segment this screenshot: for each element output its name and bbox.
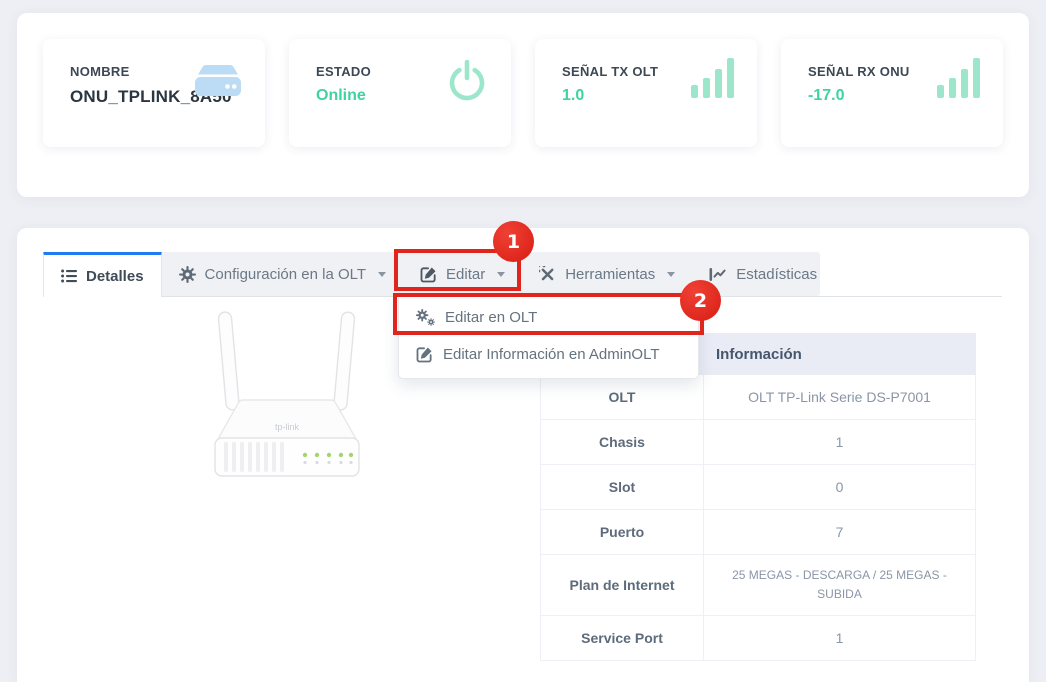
onu-product-image: tp-link — [207, 308, 367, 483]
tab-detalles[interactable]: Detalles — [43, 252, 162, 297]
row-value: 1 — [704, 616, 976, 661]
antenna — [218, 312, 355, 411]
info-table: Información OLT OLT TP-Link Serie DS-P70… — [540, 333, 976, 661]
dropdown-item-editar-informacion-adminolt[interactable]: Editar Información en AdminOLT — [399, 336, 698, 373]
row-value: 25 MEGAS - DESCARGA / 25 MEGAS - SUBIDA — [704, 555, 976, 616]
table-row-olt: OLT OLT TP-Link Serie DS-P7001 — [541, 375, 976, 420]
row-value: 0 — [704, 465, 976, 510]
dropdown-item-label: Editar en OLT — [445, 309, 537, 326]
tp-link-logo: tp-link — [275, 422, 300, 432]
stat-label: NOMBRE — [70, 64, 130, 79]
row-label: Service Port — [541, 616, 704, 661]
stat-card-nombre: NOMBRE ONU_TPLINK_8A50 — [43, 39, 265, 147]
row-label: Puerto — [541, 510, 704, 555]
stat-label: ESTADO — [316, 64, 371, 79]
row-label: Plan de Internet — [541, 555, 704, 616]
tab-estadisticas[interactable]: Estadísticas — [692, 252, 834, 296]
chevron-down-icon — [497, 272, 505, 277]
app: NOMBRE ONU_TPLINK_8A50 ESTADO Online — [0, 0, 1046, 682]
stat-card-estado: ESTADO Online — [289, 39, 511, 147]
tab-label: Editar — [446, 266, 485, 283]
chevron-down-icon — [667, 272, 675, 277]
table-row-puerto: Puerto 7 — [541, 510, 976, 555]
stat-card-senal-tx-olt: SEÑAL TX OLT 1.0 — [535, 39, 757, 147]
router-icon — [193, 65, 243, 101]
power-icon — [445, 57, 489, 103]
table-row-plan-de-internet: Plan de Internet 25 MEGAS - DESCARGA / 2… — [541, 555, 976, 616]
row-value: 7 — [704, 510, 976, 555]
tab-herramientas[interactable]: Herramientas — [522, 252, 692, 296]
tab-label: Herramientas — [565, 266, 655, 283]
gear-icon — [179, 266, 196, 283]
row-label: OLT — [541, 375, 704, 420]
tools-icon — [539, 266, 556, 283]
signal-bars-icon — [691, 57, 735, 99]
signal-bars-icon — [937, 57, 981, 99]
row-value: OLT TP-Link Serie DS-P7001 — [704, 375, 976, 420]
chevron-down-icon — [378, 272, 386, 277]
stat-value: -17.0 — [808, 87, 844, 105]
tab-bar: Detalles — [43, 252, 820, 296]
dropdown-item-editar-en-olt[interactable]: Editar en OLT — [399, 299, 698, 336]
tab-label: Detalles — [86, 268, 144, 285]
list-icon — [61, 269, 77, 283]
tab-label: Configuración en la OLT — [205, 266, 366, 283]
chart-line-icon — [709, 267, 727, 282]
tab-editar[interactable]: Editar — [403, 252, 522, 296]
stat-value: Online — [316, 87, 366, 105]
row-label: Slot — [541, 465, 704, 510]
tab-label: Estadísticas — [736, 266, 817, 283]
stat-card-senal-rx-onu: SEÑAL RX ONU -17.0 — [781, 39, 1003, 147]
cogs-icon — [416, 309, 435, 326]
stat-value: 1.0 — [562, 87, 584, 105]
row-label: Chasis — [541, 420, 704, 465]
table-row-slot: Slot 0 — [541, 465, 976, 510]
edit-icon — [420, 266, 437, 283]
header-cell-informacion: Información — [704, 334, 976, 375]
editar-dropdown-menu: Editar en OLT Editar Información en Admi… — [398, 296, 699, 379]
edit-square-icon — [416, 346, 433, 363]
row-value: 1 — [704, 420, 976, 465]
tab-configuracion-en-la-olt[interactable]: Configuración en la OLT — [162, 252, 403, 296]
table-row-chasis: Chasis 1 — [541, 420, 976, 465]
stat-label: SEÑAL TX OLT — [562, 64, 658, 79]
table-row-service-port: Service Port 1 — [541, 616, 976, 661]
main-panel: Detalles — [17, 228, 1029, 682]
dropdown-item-label: Editar Información en AdminOLT — [443, 346, 660, 363]
summary-panel: NOMBRE ONU_TPLINK_8A50 ESTADO Online — [17, 13, 1029, 197]
stat-label: SEÑAL RX ONU — [808, 64, 910, 79]
